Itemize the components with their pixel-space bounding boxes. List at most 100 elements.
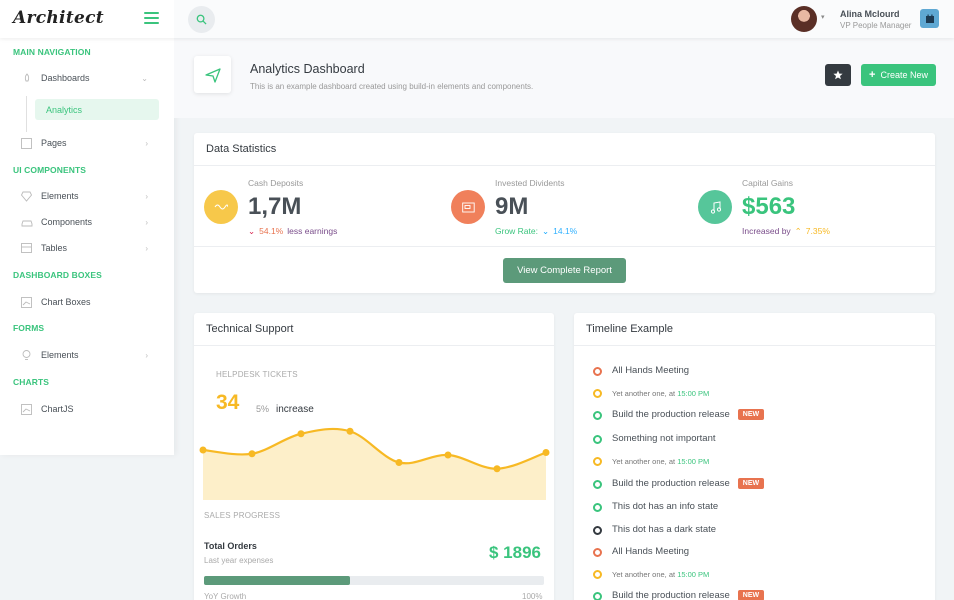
- arrow-up-icon: ⌃: [794, 226, 802, 236]
- yoy-growth-label: YoY Growth: [204, 592, 247, 600]
- favorite-button[interactable]: [825, 64, 851, 86]
- user-role: VP People Manager: [840, 21, 912, 30]
- page-title: Analytics Dashboard: [250, 62, 365, 76]
- timeline-item: All Hands Meeting: [612, 365, 690, 376]
- chevron-right-icon: ›: [145, 243, 148, 253]
- sidebar-item-pages[interactable]: Pages ›: [20, 134, 160, 152]
- search-icon: [196, 14, 207, 25]
- total-orders-label: Total Orders: [204, 541, 257, 551]
- sidebar: MAIN NAVIGATION Dashboards ⌄ Analytics P…: [0, 38, 174, 455]
- capital-gains-label: Capital Gains: [742, 178, 794, 188]
- cash-deposits-icon-circle: [204, 190, 238, 224]
- new-badge: NEW: [737, 590, 765, 600]
- timeline-dot: [593, 411, 602, 420]
- timeline-dot: [593, 367, 602, 376]
- timeline-dot: [593, 548, 602, 557]
- rocket-icon: [20, 72, 33, 84]
- create-new-button[interactable]: + Create New: [861, 64, 936, 86]
- sales-progress-label: SALES PROGRESS: [204, 511, 281, 520]
- car-icon: [20, 217, 33, 228]
- sales-progress-bar: [204, 576, 544, 585]
- capital-gains-value: $563: [742, 193, 796, 220]
- plus-icon: +: [869, 69, 876, 81]
- nav-heading-charts: CHARTS: [13, 377, 50, 387]
- chart-point-7: [542, 449, 550, 456]
- invested-dividents-value: 9M: [495, 193, 529, 220]
- invested-dividents-icon-circle: [451, 190, 485, 224]
- sidebar-item-chartjs[interactable]: ChartJS: [20, 400, 160, 418]
- chart-point-2: [297, 430, 305, 438]
- capital-gains-icon-circle: [698, 190, 732, 224]
- timeline-item: This dot has a dark state: [612, 524, 717, 535]
- calendar-button[interactable]: [920, 9, 939, 28]
- chart-icon: [20, 296, 33, 308]
- sidebar-item-dashboards[interactable]: Dashboards ⌄: [20, 69, 160, 87]
- sidebar-item-components[interactable]: Components ›: [20, 213, 160, 231]
- app-logo: Architect: [13, 8, 104, 28]
- timeline-dot: [593, 480, 602, 489]
- search-button[interactable]: [188, 6, 215, 33]
- timeline-dot: [593, 389, 602, 398]
- timeline-item: Something not important: [612, 433, 716, 444]
- chart-area-fill: [203, 428, 546, 500]
- new-badge: NEW: [737, 409, 765, 420]
- timeline-item: All Hands Meeting: [612, 546, 690, 557]
- invested-dividents-label: Invested Dividents: [495, 178, 565, 188]
- timeline-dot: [593, 435, 602, 444]
- timeline-dot: [593, 592, 602, 600]
- arrow-down-icon: ⌄: [542, 226, 550, 236]
- chevron-right-icon: ›: [145, 191, 148, 201]
- card-title: Data Statistics: [206, 143, 277, 155]
- chevron-down-icon[interactable]: ▾: [821, 13, 825, 21]
- cash-deposits-value: 1,7M: [248, 193, 302, 220]
- sidebar-item-elements[interactable]: Elements ›: [20, 187, 160, 205]
- page-icon: [20, 137, 33, 149]
- timeline-dot: [593, 503, 602, 512]
- chevron-right-icon: ›: [145, 350, 148, 360]
- nav-heading-main: MAIN NAVIGATION: [13, 47, 91, 57]
- view-complete-report-button[interactable]: View Complete Report: [503, 258, 626, 283]
- timeline-dot: [593, 457, 602, 466]
- plane-icon: [204, 67, 221, 83]
- top-bar: Architect ▾ Alina Mclourd VP People Mana…: [0, 0, 954, 38]
- table-icon: [20, 243, 33, 254]
- card-title: Timeline Example: [586, 323, 674, 335]
- logo-area: Architect: [0, 0, 174, 38]
- chart-point-6: [493, 465, 501, 473]
- star-icon: [833, 70, 843, 80]
- invested-dividents-change: Grow Rate: ⌄ 14.1%: [495, 226, 578, 236]
- user-name: Alina Mclourd: [840, 9, 900, 19]
- arrow-down-icon: ⌄: [248, 226, 256, 236]
- timeline-dot: [593, 570, 602, 579]
- helpdesk-tickets-label: HELPDESK TICKETS: [216, 370, 298, 379]
- calendar-icon: [925, 14, 934, 23]
- chart-point-1: [248, 450, 256, 458]
- timeline-item: This dot has an info state: [612, 501, 719, 512]
- helpdesk-area-chart: [199, 427, 550, 500]
- sidebar-item-chart-boxes[interactable]: Chart Boxes: [20, 293, 160, 311]
- card-title: Technical Support: [206, 323, 294, 335]
- cash-deposits-label: Cash Deposits: [248, 178, 304, 188]
- page-subtitle: This is an example dashboard created usi…: [250, 82, 534, 91]
- sidebar-item-form-elements[interactable]: Elements ›: [20, 346, 160, 364]
- timeline-sub-item: Yet another one, at 15:00 PM: [612, 389, 710, 398]
- timeline-sub-item: Yet another one, at 15:00 PM: [612, 457, 710, 466]
- chevron-right-icon: ›: [145, 138, 148, 148]
- diamond-icon: [20, 191, 33, 202]
- timeline-item: Build the production release NEW: [612, 590, 765, 600]
- chart-point-3: [346, 427, 354, 435]
- hamburger-menu-icon[interactable]: [144, 12, 159, 24]
- total-orders-sub: Last year expenses: [204, 556, 274, 565]
- chevron-right-icon: ›: [145, 217, 148, 227]
- music-note-icon: [710, 200, 721, 214]
- nav-heading-ui: UI COMPONENTS: [13, 165, 87, 175]
- avatar[interactable]: [791, 6, 817, 32]
- lightbulb-icon: [20, 349, 33, 361]
- chevron-down-icon: ⌄: [141, 73, 148, 83]
- timeline-dot: [593, 526, 602, 535]
- sidebar-item-analytics[interactable]: Analytics: [35, 99, 159, 120]
- sidebar-item-tables[interactable]: Tables ›: [20, 239, 160, 257]
- wave-icon: [214, 204, 228, 210]
- nav-heading-forms: FORMS: [13, 323, 45, 333]
- submenu-line: [26, 96, 27, 132]
